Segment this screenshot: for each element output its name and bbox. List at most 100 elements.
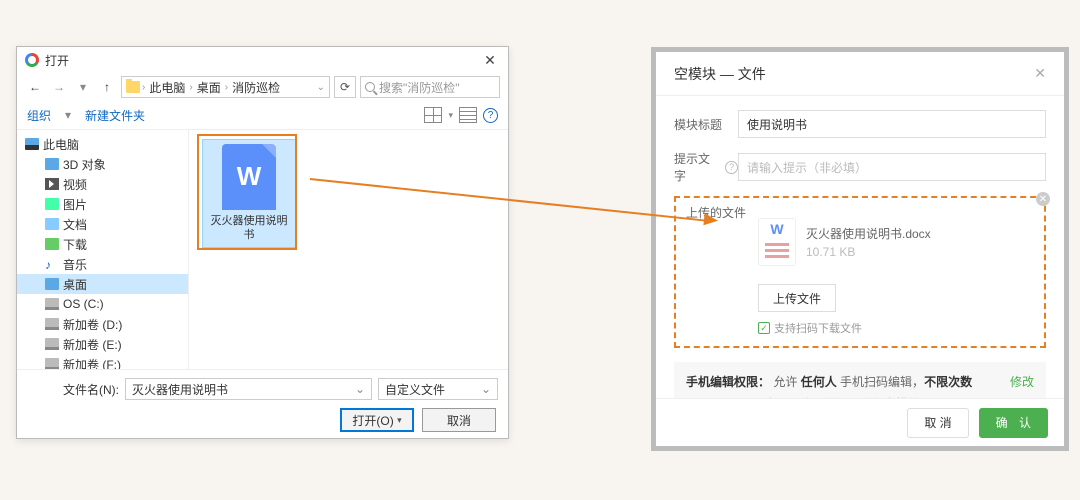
toolbar: 组织 ▾ 新建文件夹 ▾ ? (17, 101, 508, 129)
modal-cancel-button[interactable]: 取 消 (907, 408, 968, 438)
chevron-right-icon: › (142, 82, 145, 93)
chevron-down-icon: ⌄ (355, 382, 365, 396)
filetype-select[interactable]: 自定义文件 ⌄ (378, 378, 498, 400)
module-title-input[interactable]: 使用说明书 (738, 110, 1046, 138)
chevron-down-icon: ▾ (397, 415, 402, 426)
chevron-right-icon: › (225, 82, 228, 93)
uploaded-file-name: 灭火器使用说明书.docx (806, 225, 931, 242)
nav-up-button[interactable]: ↑ (97, 77, 117, 97)
crumb-this-pc[interactable]: 此电脑 (147, 79, 187, 96)
tree-downloads[interactable]: 下载 (17, 234, 188, 254)
chevron-right-icon: › (189, 82, 192, 93)
new-folder-button[interactable]: 新建文件夹 (85, 107, 145, 124)
tree-label: 新加卷 (F:) (63, 356, 121, 370)
cancel-button[interactable]: 取消 (422, 408, 496, 432)
uploaded-file-size: 10.71 KB (806, 245, 931, 259)
tree-label: 音乐 (63, 256, 87, 273)
permission-box: 修改 手机编辑权限： 允许 任何人 手机扫码编辑，不限次数 应用于该二维码下所有… (674, 362, 1046, 398)
help-icon[interactable]: ? (725, 161, 738, 174)
word-doc-icon (758, 218, 796, 266)
tree-label: 此电脑 (43, 136, 79, 153)
document-icon (45, 218, 59, 230)
search-placeholder: 搜索"消防巡检" (379, 79, 460, 96)
music-icon: ♪ (45, 258, 59, 270)
file-list[interactable]: W 灭火器使用说明书 (189, 130, 508, 369)
nav-bar: ← → ▾ ↑ › 此电脑 › 桌面 › 消防巡检 ⌄ ⟳ 搜索"消防巡检" (17, 73, 508, 101)
file-name: 灭火器使用说明书 (207, 214, 291, 243)
disk-icon (45, 318, 59, 330)
open-button[interactable]: 打开(O) ▾ (340, 408, 414, 432)
upload-zone: 上传的文件 ✕ 灭火器使用说明书.docx 10.71 KB 上传文件 ✓ 支持… (674, 196, 1046, 348)
edit-permission-link[interactable]: 修改 (1010, 372, 1034, 394)
disk-icon (45, 298, 59, 310)
breadcrumb[interactable]: › 此电脑 › 桌面 › 消防巡检 ⌄ (121, 76, 330, 98)
tree-this-pc[interactable]: 此电脑 (17, 134, 188, 154)
close-icon[interactable]: ✕ (1034, 65, 1046, 82)
search-icon (365, 82, 375, 92)
tree-videos[interactable]: 视频 (17, 174, 188, 194)
organize-button[interactable]: 组织 (27, 107, 51, 124)
filename-value: 灭火器使用说明书 (132, 381, 228, 398)
disk-icon (45, 338, 59, 350)
nav-recent-button[interactable]: ▾ (73, 77, 93, 97)
perm-label: 手机编辑权限： (686, 375, 770, 389)
tree-label: 下载 (63, 236, 87, 253)
video-icon (45, 178, 59, 190)
tree-drive-e[interactable]: 新加卷 (E:) (17, 334, 188, 354)
tree-label: 3D 对象 (63, 156, 106, 173)
modal-title: 空模块 — 文件 (674, 64, 766, 84)
support-scan-download: ✓ 支持扫码下载文件 (758, 320, 1034, 336)
uploaded-file[interactable]: 灭火器使用说明书.docx 10.71 KB (758, 218, 1034, 266)
disk-icon (45, 358, 59, 369)
tree-drive-f[interactable]: 新加卷 (F:) (17, 354, 188, 369)
tree-desktop[interactable]: 桌面 (17, 274, 188, 294)
chevron-down-icon[interactable]: ⌄ (317, 82, 325, 93)
view-preview-icon[interactable] (459, 107, 477, 123)
close-icon[interactable]: ✕ (480, 52, 500, 69)
folder-tree: 此电脑 3D 对象 视频 图片 文档 下载 ♪ 音乐 桌面 OS (C:) 新加卷… (17, 130, 189, 369)
dialog-titlebar[interactable]: 打开 ✕ (17, 47, 508, 73)
crumb-folder[interactable]: 消防巡检 (230, 79, 282, 96)
hint-input[interactable]: 请输入提示（非必填） (738, 153, 1046, 181)
desktop-icon (45, 278, 59, 290)
tree-documents[interactable]: 文档 (17, 214, 188, 234)
chevron-down-icon[interactable]: ▾ (448, 110, 453, 121)
check-icon: ✓ (758, 322, 770, 334)
uploaded-label: 上传的文件 (686, 204, 746, 221)
nav-back-button[interactable]: ← (25, 77, 45, 97)
pc-icon (25, 138, 39, 150)
tree-label: 新加卷 (E:) (63, 336, 122, 353)
remove-file-button[interactable]: ✕ (1036, 192, 1050, 206)
filename-input[interactable]: 灭火器使用说明书 ⌄ (125, 378, 372, 400)
download-icon (45, 238, 59, 250)
hint-label: 提示文字? (674, 150, 738, 184)
nav-forward-button[interactable]: → (49, 77, 69, 97)
word-doc-icon: W (222, 144, 276, 210)
modal-ok-button[interactable]: 确 认 (979, 408, 1048, 438)
tree-label: OS (C:) (63, 297, 104, 311)
crumb-desktop[interactable]: 桌面 (195, 79, 223, 96)
tree-drive-c[interactable]: OS (C:) (17, 294, 188, 314)
help-icon[interactable]: ? (483, 108, 498, 123)
tree-drive-d[interactable]: 新加卷 (D:) (17, 314, 188, 334)
picture-icon (45, 198, 59, 210)
tree-pictures[interactable]: 图片 (17, 194, 188, 214)
file-open-dialog: 打开 ✕ ← → ▾ ↑ › 此电脑 › 桌面 › 消防巡检 ⌄ ⟳ 搜索"消防… (16, 46, 509, 439)
dialog-title: 打开 (45, 52, 480, 69)
tree-label: 文档 (63, 216, 87, 233)
tree-music[interactable]: ♪ 音乐 (17, 254, 188, 274)
chevron-down-icon: ▾ (65, 108, 71, 122)
file-module-modal: 空模块 — 文件 ✕ 模块标题 使用说明书 提示文字? 请输入提示（非必填） 上… (656, 52, 1064, 446)
folder-icon (126, 81, 140, 93)
upload-button[interactable]: 上传文件 (758, 284, 836, 312)
search-input[interactable]: 搜索"消防巡检" (360, 76, 500, 98)
refresh-button[interactable]: ⟳ (334, 76, 356, 98)
tree-label: 桌面 (63, 276, 87, 293)
file-item[interactable]: W 灭火器使用说明书 (203, 140, 295, 247)
modal-footer: 取 消 确 认 (656, 398, 1064, 446)
view-grid-icon[interactable] (424, 107, 442, 123)
module-title-label: 模块标题 (674, 116, 738, 133)
tree-3d-objects[interactable]: 3D 对象 (17, 154, 188, 174)
chevron-down-icon: ⌄ (481, 382, 491, 396)
filename-label: 文件名(N): (27, 381, 119, 398)
